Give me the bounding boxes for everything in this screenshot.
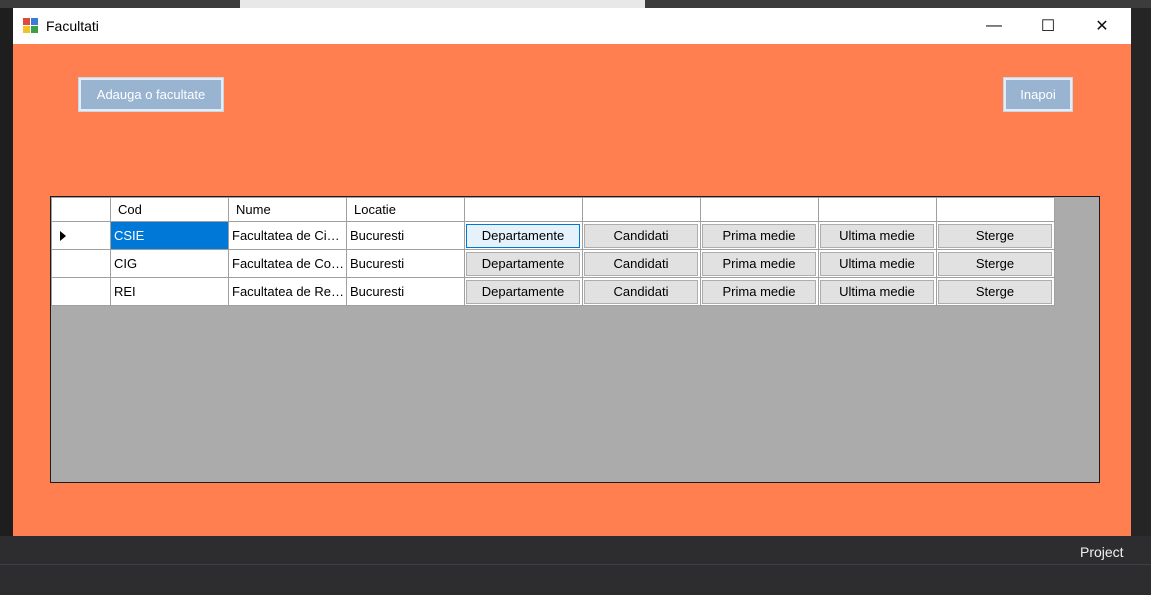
departamente-button[interactable]: Departamente [466,223,580,248]
table-row[interactable]: CIG Facultatea de Contabilitate Bucurest… [51,249,1055,278]
column-header-sterge[interactable] [936,197,1055,222]
table-row[interactable]: REI Facultatea de Relatii Bucuresti Depa… [51,277,1055,306]
sterge-button[interactable]: Sterge [938,279,1052,304]
maximize-button[interactable]: ☐ [1021,8,1075,44]
candidati-button[interactable]: Candidati [584,279,698,304]
maximize-icon: ☐ [1040,18,1056,35]
window-title: Facultati [46,18,99,34]
candidati-button[interactable]: Candidati [584,223,698,248]
cell-locatie[interactable]: Bucuresti [346,221,465,250]
ide-right-panel [1131,8,1151,536]
departamente-button[interactable]: Departamente [466,251,580,276]
row-header[interactable] [51,221,111,250]
minimize-button[interactable]: — [967,8,1021,44]
faculties-grid[interactable]: Cod Nume Locatie CSIE Facultatea de Cibe… [50,196,1100,483]
departamente-button[interactable]: Departamente [466,279,580,304]
app-icon [23,18,39,34]
corner-header [51,197,111,222]
faculties-table: Cod Nume Locatie CSIE Facultatea de Cibe… [51,197,1055,306]
close-button[interactable]: ✕ [1075,8,1129,44]
ide-topbar [0,0,1151,8]
row-header[interactable] [51,249,111,278]
cell-cod[interactable]: REI [110,277,229,306]
cell-cod[interactable]: CIG [110,249,229,278]
sterge-button[interactable]: Sterge [938,251,1052,276]
ultima-medie-button[interactable]: Ultima medie [820,251,934,276]
column-header-departamente[interactable] [464,197,583,222]
prima-medie-button[interactable]: Prima medie [702,251,816,276]
column-header-locatie[interactable]: Locatie [346,197,465,222]
back-button[interactable]: Inapoi [1003,77,1073,112]
row-header[interactable] [51,277,111,306]
add-faculty-button[interactable]: Adauga o facultate [78,77,224,112]
facultati-window: Facultati — ☐ ✕ Adauga o facultate Inapo… [13,8,1131,536]
close-icon: ✕ [1095,18,1109,35]
cell-nume[interactable]: Facultatea de Contabilitate [228,249,347,278]
cell-nume[interactable]: Facultatea de Cibernetica [228,221,347,250]
cell-cod[interactable]: CSIE [110,221,229,250]
prima-medie-button[interactable]: Prima medie [702,279,816,304]
ide-code-gutter [0,8,13,536]
cell-locatie[interactable]: Bucuresti [346,277,465,306]
title-bar: Facultati — ☐ ✕ [13,8,1131,44]
header-row: Cod Nume Locatie [51,197,1055,222]
cell-locatie[interactable]: Bucuresti [346,249,465,278]
ide-project-tab[interactable]: Project [1080,544,1124,560]
column-header-candidati[interactable] [582,197,701,222]
prima-medie-button[interactable]: Prima medie [702,223,816,248]
sterge-button[interactable]: Sterge [938,223,1052,248]
ide-tab-strip [240,0,645,8]
cell-nume[interactable]: Facultatea de Relatii [228,277,347,306]
table-row[interactable]: CSIE Facultatea de Cibernetica Bucuresti… [51,221,1055,250]
ultima-medie-button[interactable]: Ultima medie [820,223,934,248]
candidati-button[interactable]: Candidati [584,251,698,276]
column-header-ultima-medie[interactable] [818,197,937,222]
ide-bottom-bar [0,536,1151,595]
ultima-medie-button[interactable]: Ultima medie [820,279,934,304]
current-row-arrow-icon [60,231,66,241]
minimize-icon: — [986,17,1002,34]
column-header-prima-medie[interactable] [700,197,819,222]
column-header-cod[interactable]: Cod [110,197,229,222]
column-header-nume[interactable]: Nume [228,197,347,222]
